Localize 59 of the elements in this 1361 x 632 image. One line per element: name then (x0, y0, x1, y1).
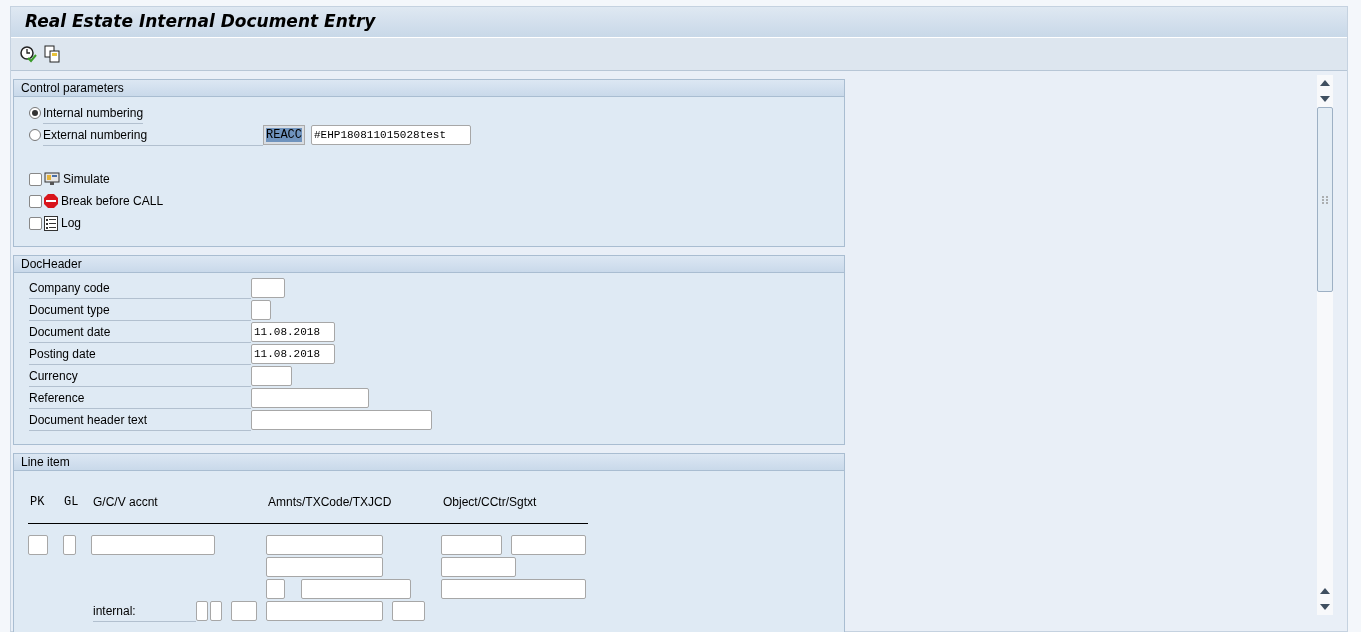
input-field[interactable] (63, 535, 76, 555)
group-title: Control parameters (14, 80, 844, 97)
input-field[interactable]: 11.08.2018 (251, 322, 335, 342)
checkbox[interactable] (29, 216, 42, 230)
input-field[interactable] (251, 388, 369, 408)
input-field[interactable] (251, 366, 292, 386)
input-field[interactable] (266, 579, 285, 599)
column-header: Object/CCtr/Sgtxt (443, 495, 537, 511)
input-field[interactable] (392, 601, 425, 621)
code-field: REACC (263, 125, 305, 145)
input-field[interactable] (301, 579, 411, 599)
input-field[interactable] (231, 601, 257, 621)
input-field[interactable] (511, 535, 586, 555)
stop-sign-icon (44, 194, 58, 208)
field-label: Reference (29, 387, 251, 409)
group-title: DocHeader (14, 256, 844, 273)
field-label: Document header text (29, 409, 251, 431)
input-field[interactable] (441, 557, 516, 577)
input-field[interactable] (266, 601, 383, 621)
input-field[interactable] (251, 278, 285, 298)
input-field[interactable] (196, 601, 208, 621)
input-field[interactable] (251, 410, 432, 430)
input-field[interactable] (251, 300, 271, 320)
input-field[interactable] (266, 535, 383, 555)
checkbox-label: Log (61, 215, 82, 232)
radio-button[interactable] (29, 107, 41, 119)
radio-button[interactable] (29, 129, 41, 141)
scrollbar[interactable] (1317, 75, 1333, 615)
radio-label: Internal numbering (43, 102, 144, 124)
input-field[interactable] (91, 535, 215, 555)
field-label: Document date (29, 321, 251, 343)
input-field[interactable] (210, 601, 222, 621)
field-label: internal: (93, 601, 196, 622)
input-field[interactable]: #EHP180811015028test (311, 125, 471, 145)
input-field[interactable] (266, 557, 383, 577)
column-header: Amnts/TXCode/TXJCD (268, 495, 392, 511)
column-header: G/C/V accnt (93, 495, 158, 511)
checkbox[interactable] (29, 194, 42, 208)
column-header: GL (64, 495, 79, 511)
scroll-thumb[interactable] (1317, 107, 1333, 292)
field-label: Posting date (29, 343, 251, 365)
input-field[interactable] (441, 579, 586, 599)
window-title: Real Estate Internal Document Entry (25, 11, 376, 31)
column-header: PK (30, 495, 45, 511)
group-title: Line item (14, 454, 844, 471)
input-field[interactable] (28, 535, 48, 555)
checkbox[interactable] (29, 172, 42, 186)
input-field[interactable] (441, 535, 502, 555)
input-field[interactable]: 11.08.2018 (251, 344, 335, 364)
checkbox-label: Simulate (63, 171, 110, 188)
execute-icon[interactable] (19, 45, 37, 63)
list-icon (44, 215, 58, 231)
copy-icon[interactable] (43, 45, 61, 63)
field-label: Document type (29, 299, 251, 321)
radio-label: External numbering (43, 124, 263, 146)
field-label: Currency (29, 365, 251, 387)
monitor-icon (44, 172, 60, 186)
checkbox-label: Break before CALL (61, 193, 164, 210)
field-label: Company code (29, 277, 251, 299)
